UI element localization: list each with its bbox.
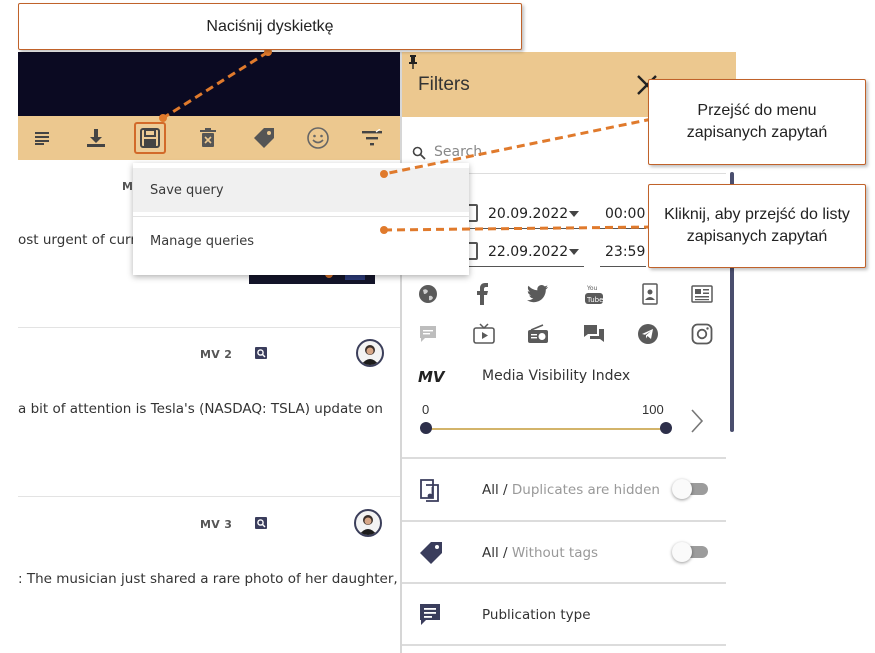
tags-filter-label: All / Without tags xyxy=(482,545,599,561)
save-query-menu: Save query Manage queries xyxy=(133,163,469,275)
tag-icon[interactable] xyxy=(248,122,280,154)
article-card[interactable]: MV 3 : The musician just shared a rare p… xyxy=(18,497,400,653)
callout-saved-list: Kliknij, aby przejść do listy zapisanych… xyxy=(648,184,866,268)
publication-type-label: Publication type xyxy=(482,607,591,623)
media-visibility-badge: MV 2 xyxy=(200,348,233,361)
globe-icon[interactable] xyxy=(416,282,440,306)
search-icon xyxy=(412,146,426,160)
duplicates-filter-label: All / Duplicates are hidden xyxy=(482,482,660,498)
message-icon xyxy=(420,604,440,625)
filter-icon[interactable] xyxy=(356,122,388,154)
media-visibility-title: Media Visibility Index xyxy=(482,368,631,384)
mv-slider-min-handle[interactable] xyxy=(420,422,432,434)
twitter-icon[interactable] xyxy=(526,282,550,306)
slider-max-label: 100 xyxy=(642,402,664,417)
tv-icon[interactable] xyxy=(472,322,496,346)
time-from-value[interactable]: 00:00 xyxy=(605,206,645,222)
filters-title: Filters xyxy=(418,74,470,95)
mv-slider-max-handle[interactable] xyxy=(660,422,672,434)
menu-item-save-query[interactable]: Save query xyxy=(133,168,469,212)
floppy-disk-icon[interactable] xyxy=(134,122,166,154)
article-snippet: a bit of attention is Tesla's (NASDAQ: T… xyxy=(18,401,383,417)
feed-toolbar xyxy=(18,116,400,160)
list-icon[interactable] xyxy=(26,122,58,154)
date-from-value[interactable]: 20.09.2022 xyxy=(488,206,568,222)
chevron-down-icon[interactable] xyxy=(569,249,579,255)
date-underline xyxy=(464,266,584,267)
instagram-icon[interactable] xyxy=(690,322,714,346)
chat-bubble-icon[interactable] xyxy=(416,322,440,346)
forum-icon[interactable] xyxy=(582,322,606,346)
newspaper-icon[interactable] xyxy=(690,282,714,306)
pin-icon[interactable] xyxy=(408,55,418,69)
tag-icon xyxy=(420,542,442,564)
date-underline xyxy=(464,228,584,229)
youtube-icon[interactable]: You Tube xyxy=(582,282,606,306)
callout-save-disk: Naciśnij dyskietkę xyxy=(18,3,522,50)
svg-text:Tube: Tube xyxy=(586,296,603,304)
duplicates-filter-row[interactable]: All / Duplicates are hidden xyxy=(402,457,726,517)
news-feed-panel: MV ost urgent of curr MV 2 a bit of atte… xyxy=(18,52,400,653)
chevron-down-icon[interactable] xyxy=(569,211,579,217)
time-underline xyxy=(600,228,646,229)
search-document-icon[interactable] xyxy=(254,516,268,530)
duplicates-toggle[interactable] xyxy=(672,479,710,499)
app-header xyxy=(18,52,400,116)
screenshot-stage: MV ost urgent of curr MV 2 a bit of atte… xyxy=(0,0,875,653)
article-card[interactable]: MV 2 a bit of attention is Tesla's (NASD… xyxy=(18,328,400,497)
time-to-value[interactable]: 23:59 xyxy=(605,244,645,260)
facebook-icon[interactable] xyxy=(470,282,494,306)
media-visibility-badge: MV 3 xyxy=(200,518,233,531)
telegram-icon[interactable] xyxy=(636,322,660,346)
menu-divider xyxy=(133,216,469,217)
article-snippet: ost urgent of curr xyxy=(18,232,136,248)
svg-text:You: You xyxy=(586,285,598,292)
duplicates-icon xyxy=(420,479,439,502)
date-to-value[interactable]: 22.09.2022 xyxy=(488,244,568,260)
search-document-icon[interactable] xyxy=(254,346,268,360)
row-divider xyxy=(402,644,726,646)
avatar[interactable] xyxy=(354,509,382,537)
tags-toggle[interactable] xyxy=(672,542,710,562)
mv-slider-track[interactable] xyxy=(426,428,666,430)
person-card-icon[interactable] xyxy=(638,282,662,306)
time-underline xyxy=(600,266,646,267)
mv-logo: MV xyxy=(418,368,445,386)
trash-icon[interactable] xyxy=(192,122,224,154)
download-icon[interactable] xyxy=(80,122,112,154)
callout-saved-menu: Przejść do menu zapisanych zapytań xyxy=(648,79,866,165)
slider-min-label: 0 xyxy=(422,402,430,417)
article-snippet: : The musician just shared a rare photo … xyxy=(18,571,398,587)
search-input[interactable] xyxy=(434,144,634,160)
radio-icon[interactable] xyxy=(526,322,550,346)
smiley-icon[interactable] xyxy=(302,122,334,154)
publication-type-row[interactable]: Publication type xyxy=(402,582,726,642)
avatar[interactable] xyxy=(356,339,384,367)
chevron-right-icon[interactable] xyxy=(690,408,704,434)
tags-filter-row[interactable]: All / Without tags xyxy=(402,520,726,580)
menu-item-manage-queries[interactable]: Manage queries xyxy=(133,219,469,263)
